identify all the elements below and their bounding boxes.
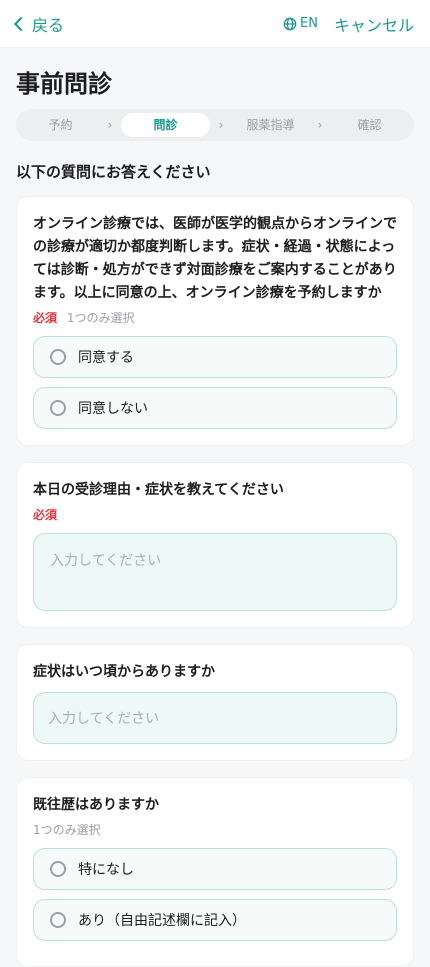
option-disagree[interactable]: 同意しない [33, 387, 397, 429]
back-button[interactable]: 戻る [13, 12, 65, 36]
step-reservation: 予約 [48, 118, 73, 132]
option-label: あり（自由記述欄に記入） [78, 913, 246, 929]
radio-icon [50, 349, 66, 365]
header-actions: EN キャンセル [283, 12, 414, 36]
question-text: 症状はいつ頃からありますか [33, 664, 215, 680]
option-yes[interactable]: あり（自由記述欄に記入） [33, 899, 397, 941]
step-medication-guidance: 服薬指導 [246, 118, 295, 132]
back-label: 戻る [32, 15, 65, 35]
question-card-reason: 本日の受診理由・症状を教えてください 必須 入力してください [16, 462, 414, 628]
radio-icon [50, 912, 66, 928]
required-badge: 必須 [33, 311, 58, 325]
language-label: EN [300, 16, 318, 31]
chevron-left-icon [13, 16, 29, 32]
option-none[interactable]: 特になし [33, 848, 397, 890]
step-chevron-icon: › [218, 118, 224, 132]
radio-icon [50, 861, 66, 877]
question-meta: 1つのみ選択 [33, 821, 397, 838]
question-card-history: 既往歴はありますか 1つのみ選択 特になし あり（自由記述欄に記入） [16, 777, 414, 967]
question-card-consent: オンライン診療では、医師が医学的観点からオンラインでの診療が適切か都度判断します… [16, 196, 414, 446]
step-indicator: 予約 › 問診 › 服薬指導 › 確認 [16, 109, 414, 141]
question-text: オンライン診療では、医師が医学的観点からオンラインでの診療が適切か都度判断します… [33, 216, 397, 301]
language-button[interactable]: EN [283, 16, 318, 31]
question-text: 既往歴はありますか [33, 797, 159, 813]
step-chevron-icon: › [317, 118, 323, 132]
top-bar: 戻る EN キャンセル [0, 0, 430, 48]
option-label: 同意する [78, 350, 134, 366]
radio-icon [50, 400, 66, 416]
question-card-onset: 症状はいつ頃からありますか 入力してください [16, 644, 414, 761]
globe-icon [283, 17, 297, 30]
step-confirm: 確認 [357, 118, 382, 132]
page-title: 事前問診 [16, 70, 112, 98]
option-label: 同意しない [78, 401, 148, 417]
step-chevron-icon: › [107, 118, 113, 132]
option-agree[interactable]: 同意する [33, 336, 397, 378]
option-label: 特になし [78, 862, 134, 878]
step-questionnaire: 問診 [121, 113, 210, 137]
section-heading: 以下の質問にお答えください [16, 163, 211, 181]
selection-hint: 1つのみ選択 [33, 823, 101, 837]
question-text: 本日の受診理由・症状を教えてください [33, 482, 284, 498]
selection-hint: 1つのみ選択 [66, 311, 135, 325]
question-meta: 必須 1つのみ選択 [33, 309, 397, 326]
required-badge: 必須 [33, 508, 58, 522]
question-meta: 必須 [33, 506, 397, 523]
reason-textarea[interactable]: 入力してください [33, 533, 397, 611]
cancel-button[interactable]: キャンセル [334, 12, 414, 36]
onset-input[interactable]: 入力してください [33, 692, 397, 744]
